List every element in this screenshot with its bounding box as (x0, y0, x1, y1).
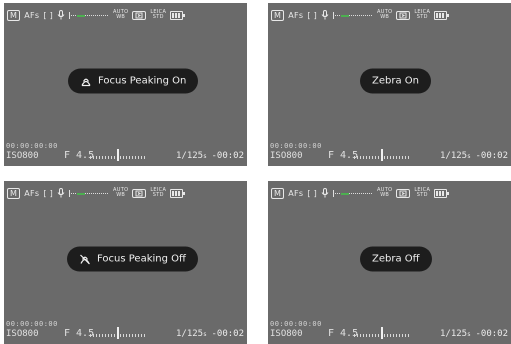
exposure-scale (90, 149, 146, 161)
shutter-speed[interactable]: 1/125s (176, 151, 207, 161)
status-bar-top: M AFs [ ] AUTO WB LEICA STD (4, 183, 247, 203)
remaining-counter: -00:02 (211, 151, 244, 161)
mode-indicator[interactable]: M (7, 187, 21, 199)
af-mode-indicator[interactable]: AFs (288, 189, 303, 198)
iso-value[interactable]: ISO800 (270, 329, 303, 339)
status-bar-top: M AFs [ ] AUTO WB LEICA STD (4, 5, 247, 25)
audio-level-meter (69, 11, 110, 19)
viewfinder-screen-2: M AFs [ ] AUTO WB LEICA STD Zebra On 00:00… (268, 3, 511, 166)
battery-icon (434, 10, 450, 20)
status-bar-bottom: 00:00:00:00 ISO800 F 4.5 1/125s -00:02 (268, 318, 511, 342)
viewfinder-screen-4: M AFs [ ] AUTO WB LEICA STD Zebra Off 00:0… (268, 181, 511, 344)
film-style-indicator[interactable]: LEICA STD (414, 10, 430, 20)
mode-indicator[interactable]: M (271, 187, 285, 199)
remaining-counter: -00:02 (475, 151, 508, 161)
status-bar-bottom: 00:00:00:00 ISO800 F 4.5 1/125s -00:02 (4, 318, 247, 342)
white-balance-indicator[interactable]: AUTO WB (113, 188, 128, 198)
iso-value[interactable]: ISO800 (270, 151, 303, 161)
white-balance-indicator[interactable]: AUTO WB (377, 10, 392, 20)
af-mode-indicator[interactable]: AFs (24, 189, 39, 198)
status-toast: Zebra On (360, 68, 431, 94)
mic-icon[interactable] (57, 188, 65, 198)
toast-message: Focus Peaking Off (97, 253, 186, 265)
exposure-scale (90, 327, 146, 339)
mic-icon[interactable] (57, 10, 65, 20)
remaining-counter: -00:02 (211, 329, 244, 339)
status-bar-top: M AFs [ ] AUTO WB LEICA STD (268, 5, 511, 25)
shutter-speed[interactable]: 1/125s (176, 329, 207, 339)
status-bar-top: M AFs [ ] AUTO WB LEICA STD (268, 183, 511, 203)
toast-message: Zebra Off (372, 253, 420, 265)
audio-level-meter (333, 11, 374, 19)
mic-icon[interactable] (321, 10, 329, 20)
viewfinder-screen-1: M AFs [ ] AUTO WB LEICA STD Focus Peaking … (4, 3, 247, 166)
film-style-indicator[interactable]: LEICA STD (150, 10, 166, 20)
mode-indicator[interactable]: M (7, 9, 21, 21)
battery-icon (170, 10, 186, 20)
stabilization-icon[interactable] (396, 188, 411, 198)
audio-level-meter (69, 189, 110, 197)
af-mode-indicator[interactable]: AFs (24, 11, 39, 20)
shutter-speed[interactable]: 1/125s (440, 151, 471, 161)
af-area-indicator[interactable]: [ ] (43, 11, 53, 20)
stabilization-icon[interactable] (396, 10, 411, 20)
film-style-indicator[interactable]: LEICA STD (150, 188, 166, 198)
mic-icon[interactable] (321, 188, 329, 198)
exposure-counter: 00:00:00:00 (6, 142, 58, 150)
af-area-indicator[interactable]: [ ] (307, 189, 317, 198)
exposure-counter: 00:00:00:00 (270, 142, 322, 150)
exposure-counter: 00:00:00:00 (6, 320, 58, 328)
af-mode-indicator[interactable]: AFs (288, 11, 303, 20)
stabilization-icon[interactable] (132, 188, 147, 198)
af-area-indicator[interactable]: [ ] (307, 11, 317, 20)
iso-value[interactable]: ISO800 (6, 329, 39, 339)
toast-message: Zebra On (372, 75, 419, 87)
viewfinder-screen-3: M AFs [ ] AUTO WB LEICA STD Focus Peaking … (4, 181, 247, 344)
exposure-scale (354, 149, 410, 161)
mode-indicator[interactable]: M (271, 9, 285, 21)
toast-message: Focus Peaking On (98, 75, 187, 87)
audio-level-meter (333, 189, 374, 197)
battery-icon (434, 188, 450, 198)
focus-peaking-off-icon (80, 254, 90, 264)
white-balance-indicator[interactable]: AUTO WB (113, 10, 128, 20)
shutter-speed[interactable]: 1/125s (440, 329, 471, 339)
remaining-counter: -00:02 (475, 329, 508, 339)
exposure-counter: 00:00:00:00 (270, 320, 322, 328)
white-balance-indicator[interactable]: AUTO WB (377, 188, 392, 198)
focus-peaking-on-icon (81, 78, 91, 86)
status-toast: Focus Peaking Off (67, 246, 198, 272)
exposure-scale (354, 327, 410, 339)
stabilization-icon[interactable] (132, 10, 147, 20)
status-toast: Zebra Off (360, 246, 432, 272)
status-bar-bottom: 00:00:00:00 ISO800 F 4.5 1/125s -00:02 (268, 140, 511, 164)
film-style-indicator[interactable]: LEICA STD (414, 188, 430, 198)
status-bar-bottom: 00:00:00:00 ISO800 F 4.5 1/125s -00:02 (4, 140, 247, 164)
status-toast: Focus Peaking On (68, 68, 199, 94)
af-area-indicator[interactable]: [ ] (43, 189, 53, 198)
iso-value[interactable]: ISO800 (6, 151, 39, 161)
battery-icon (170, 188, 186, 198)
